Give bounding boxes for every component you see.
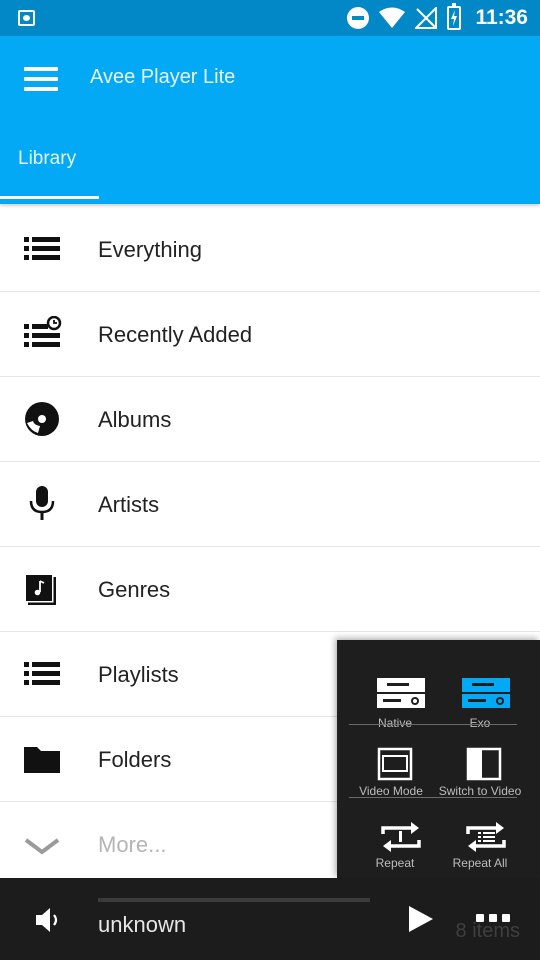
library-item-albums[interactable]: Albums (0, 377, 540, 462)
tab-label: Library (18, 148, 77, 169)
exo-engine-icon (462, 678, 510, 708)
engine-row: Native Exo (337, 654, 540, 730)
library-item-label: Everything (98, 237, 202, 262)
player-options-popup: Native Exo Video Mode Switch to Video Re… (337, 640, 540, 878)
video-row: Video Mode Switch to Video (337, 728, 540, 800)
do-not-disturb-icon (347, 7, 370, 29)
library-item-label: Playlists (98, 662, 179, 687)
popup-divider (349, 724, 517, 725)
library-item-label: More... (98, 832, 167, 857)
repeat-all-icon (466, 822, 506, 852)
tab-library[interactable]: Library (0, 120, 99, 199)
exo-engine-button[interactable]: Exo (430, 654, 530, 730)
list-icon (24, 237, 60, 260)
library-item-recently-added[interactable]: Recently Added (0, 292, 540, 377)
menu-icon[interactable] (24, 66, 60, 92)
library-item-label: Genres (98, 577, 171, 602)
switch-to-video-button[interactable]: Switch to Video (430, 728, 530, 800)
video-mode-button[interactable]: Video Mode (341, 728, 441, 800)
chevron-down-icon (24, 838, 60, 855)
wifi-icon (379, 7, 406, 28)
music-note-icon (24, 573, 56, 605)
video-mode-icon (377, 747, 413, 781)
library-item-everything[interactable]: Everything (0, 207, 540, 292)
mini-player: unknown 8 items (0, 878, 540, 960)
tab-indicator (0, 196, 99, 199)
status-icons: 11:36 (347, 0, 528, 36)
battery-charging-icon (447, 3, 462, 30)
album-disc-icon (25, 402, 59, 436)
playlist-icon (24, 662, 60, 685)
switch-to-video-icon (466, 747, 502, 781)
switch-to-video-label: Switch to Video (438, 784, 522, 798)
library-item-label: Folders (98, 747, 172, 772)
no-signal-icon (415, 7, 438, 29)
library-item-artists[interactable]: Artists (0, 462, 540, 547)
more-options-icon[interactable] (476, 914, 510, 924)
clock: 11:36 (475, 6, 528, 29)
popup-divider (349, 797, 517, 798)
repeat-one-icon (381, 822, 421, 852)
status-bar: 11:36 (0, 0, 540, 36)
app-title: Avee Player Lite (90, 66, 236, 88)
volume-icon[interactable] (34, 906, 64, 934)
tab-bar: Library (0, 120, 540, 204)
library-item-label: Recently Added (98, 322, 253, 347)
repeat-all-label: Repeat All (452, 856, 508, 870)
folder-icon (24, 747, 60, 773)
repeat-row: Repeat Repeat All (337, 800, 540, 872)
progress-bar[interactable] (98, 898, 370, 902)
library-item-label: Albums (98, 407, 172, 432)
recently-added-icon (24, 316, 62, 347)
app-bar: Avee Player Lite (0, 36, 540, 120)
track-title: unknown (98, 912, 187, 937)
video-mode-label: Video Mode (359, 784, 423, 798)
play-icon[interactable] (406, 904, 436, 934)
microphone-icon (29, 486, 55, 520)
library-item-label: Artists (98, 492, 160, 517)
library-item-genres[interactable]: Genres (0, 547, 540, 632)
native-engine-icon (377, 678, 425, 708)
repeat-all-button[interactable]: Repeat All (430, 800, 530, 872)
notification-icon (18, 10, 35, 26)
